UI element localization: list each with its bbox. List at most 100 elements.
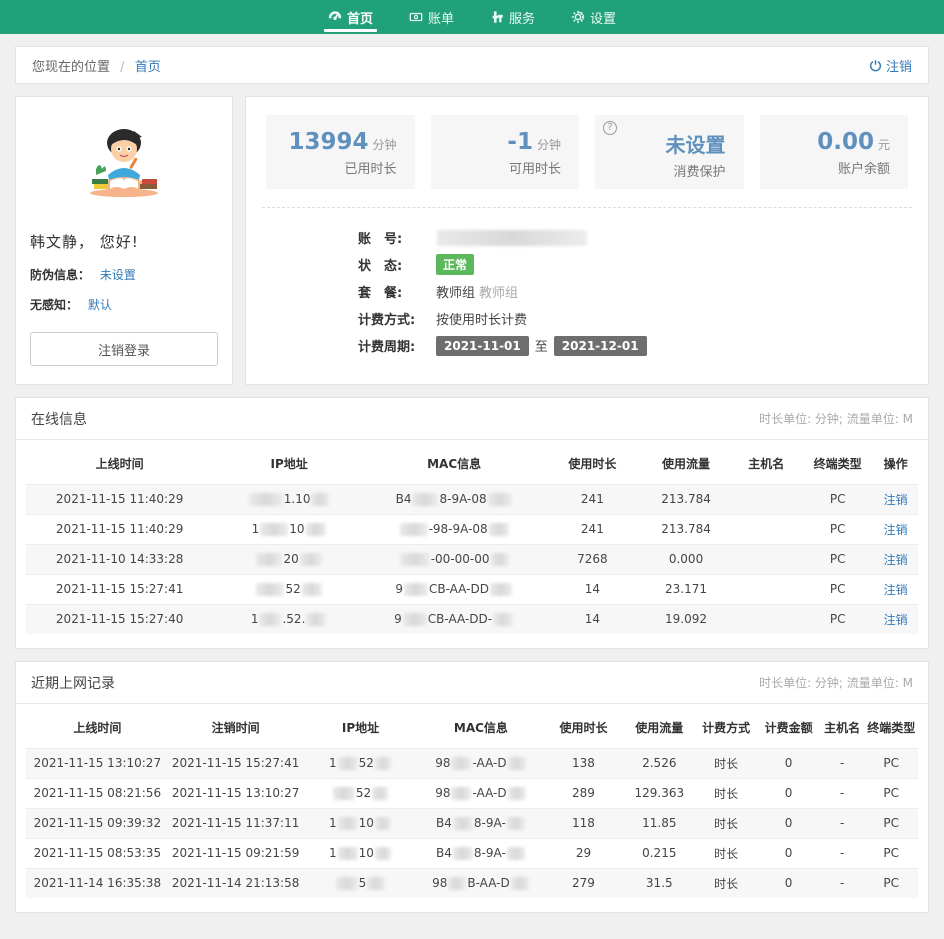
- redacted-text-fragment: -AA-D: [472, 756, 506, 770]
- table-cell: 110: [303, 808, 419, 838]
- table-cell: 2021-11-14 16:35:38: [26, 868, 169, 898]
- dashboard-icon: [328, 10, 342, 24]
- stat-unit: 分钟: [372, 138, 396, 152]
- table-cell: B48-9A-: [418, 838, 543, 868]
- column-header: 使用流量: [624, 708, 695, 748]
- table-row: 2021-11-15 08:53:352021-11-15 09:21:5911…: [26, 838, 918, 868]
- redacted-block: [372, 787, 388, 800]
- redacted-text-fragment: 1: [329, 846, 337, 860]
- table-cell: 注销: [873, 484, 918, 514]
- help-icon[interactable]: ?: [603, 121, 617, 135]
- logout-link-top[interactable]: 注销: [869, 56, 912, 75]
- table-cell: [731, 544, 802, 574]
- cycle-start-badge: 2021-11-01: [436, 336, 529, 356]
- table-cell: [731, 484, 802, 514]
- stat-label: 消费保护: [605, 161, 726, 180]
- table-cell: 19.092: [641, 604, 730, 634]
- table-cell: 138: [543, 748, 623, 778]
- table-cell: 0: [757, 748, 819, 778]
- table-cell: 2021-11-15 15:27:40: [26, 604, 213, 634]
- table-row: 2021-11-15 11:40:291.10B48-9A-08241213.7…: [26, 484, 918, 514]
- nav-tab-services[interactable]: 服务: [474, 0, 551, 34]
- plan-name: 教师组: [436, 282, 475, 301]
- redacted-text-fragment: 9: [394, 612, 402, 626]
- table-cell: 注销: [873, 604, 918, 634]
- table-cell: 110: [303, 838, 419, 868]
- redacted-block: [451, 757, 471, 770]
- service-icon: [490, 10, 504, 24]
- redacted-block: [306, 613, 326, 626]
- table-row: 2021-11-15 15:27:41529CB-AA-DD1423.171PC…: [26, 574, 918, 604]
- logout-label: 注销: [886, 56, 912, 75]
- redacted-block: [511, 877, 529, 890]
- redacted-text-fragment: 98: [435, 756, 450, 770]
- table-cell: 14: [543, 604, 641, 634]
- redacted-block: [400, 553, 430, 566]
- stats-row: 13994分钟 已用时长 -1分钟 可用时长 ? 未设置 消费保护 0.00元 …: [266, 115, 908, 189]
- redacted-block: [488, 493, 512, 506]
- table-cell: -98-9A-08: [365, 514, 543, 544]
- table-cell: 5: [303, 868, 419, 898]
- table-cell: 152: [303, 748, 419, 778]
- stat-value: -1: [507, 129, 533, 155]
- redacted-text-fragment: 1: [329, 816, 337, 830]
- session-logout-link[interactable]: 注销: [884, 583, 908, 597]
- redacted-text-fragment: 8-9A-08: [439, 492, 486, 506]
- table-row: 2021-11-15 11:40:29110-98-9A-08241213.78…: [26, 514, 918, 544]
- table-cell: 2021-11-15 11:40:29: [26, 484, 213, 514]
- redacted-text-fragment: B4: [436, 846, 452, 860]
- breadcrumb-current-link[interactable]: 首页: [135, 60, 161, 75]
- table-cell: PC: [864, 868, 918, 898]
- online-sessions-panel: 在线信息 时长单位: 分钟; 流量单位: M 上线时间IP地址MAC信息使用时长…: [15, 397, 929, 649]
- column-header: MAC信息: [418, 708, 543, 748]
- online-panel-title: 在线信息: [31, 409, 87, 429]
- table-cell: 98B-AA-D: [418, 868, 543, 898]
- profile-card: 韩文静， 您好! 防伪信息： 未设置 无感知： 默认 注销登录: [15, 96, 233, 385]
- nav-tab-home[interactable]: 首页: [312, 0, 389, 34]
- table-cell: 110: [213, 514, 365, 544]
- redacted-text-fragment: 8-9A-: [474, 816, 506, 830]
- session-logout-link[interactable]: 注销: [884, 553, 908, 567]
- stat-spend-protection: ? 未设置 消费保护: [595, 115, 744, 189]
- table-cell: 0: [757, 808, 819, 838]
- account-plan-label: 套 餐:: [358, 282, 436, 301]
- table-cell: 2021-11-15 11:37:11: [169, 808, 303, 838]
- redacted-text-fragment: -98-9A-08: [429, 522, 488, 536]
- session-logout-link[interactable]: 注销: [884, 613, 908, 627]
- logout-button[interactable]: 注销登录: [30, 332, 218, 366]
- senseless-value-link[interactable]: 默认: [88, 298, 112, 312]
- redacted-text-fragment: 98: [432, 876, 447, 890]
- redacted-block: [338, 817, 358, 830]
- table-cell: 2021-11-15 13:10:27: [26, 748, 169, 778]
- account-number-row: 账 号:: [358, 224, 908, 251]
- divider: [262, 207, 912, 208]
- table-cell: 2021-11-15 15:27:41: [26, 574, 213, 604]
- table-cell: 98-AA-D: [418, 778, 543, 808]
- column-header: IP地址: [303, 708, 419, 748]
- redacted-text-fragment: 98: [435, 786, 450, 800]
- redacted-text-fragment: 1.10: [284, 492, 311, 506]
- table-cell: 289: [543, 778, 623, 808]
- redacted-block: [375, 817, 391, 830]
- redacted-block: [453, 847, 473, 860]
- redacted-text-fragment: 9: [395, 582, 403, 596]
- redacted-block: [338, 847, 358, 860]
- table-cell: -: [820, 838, 865, 868]
- redacted-block: [367, 877, 385, 890]
- recent-records-panel: 近期上网记录 时长单位: 分钟; 流量单位: M 上线时间注销时间IP地址MAC…: [15, 661, 929, 913]
- table-cell: 241: [543, 484, 641, 514]
- table-cell: 213.784: [641, 514, 730, 544]
- billing-cycle-label: 计费周期:: [358, 336, 436, 355]
- stat-value: 0.00: [817, 129, 874, 155]
- nav-tab-bills[interactable]: 账单: [393, 0, 470, 34]
- table-cell: PC: [802, 574, 873, 604]
- session-logout-link[interactable]: 注销: [884, 523, 908, 537]
- session-logout-link[interactable]: 注销: [884, 493, 908, 507]
- billing-method-value: 按使用时长计费: [436, 309, 527, 328]
- table-cell: PC: [864, 778, 918, 808]
- redacted-text-fragment: B4: [396, 492, 412, 506]
- nav-tab-settings[interactable]: 设置: [555, 0, 632, 34]
- anti-fake-value-link[interactable]: 未设置: [100, 268, 136, 282]
- stat-label: 账户余额: [770, 158, 891, 177]
- table-cell: 52: [303, 778, 419, 808]
